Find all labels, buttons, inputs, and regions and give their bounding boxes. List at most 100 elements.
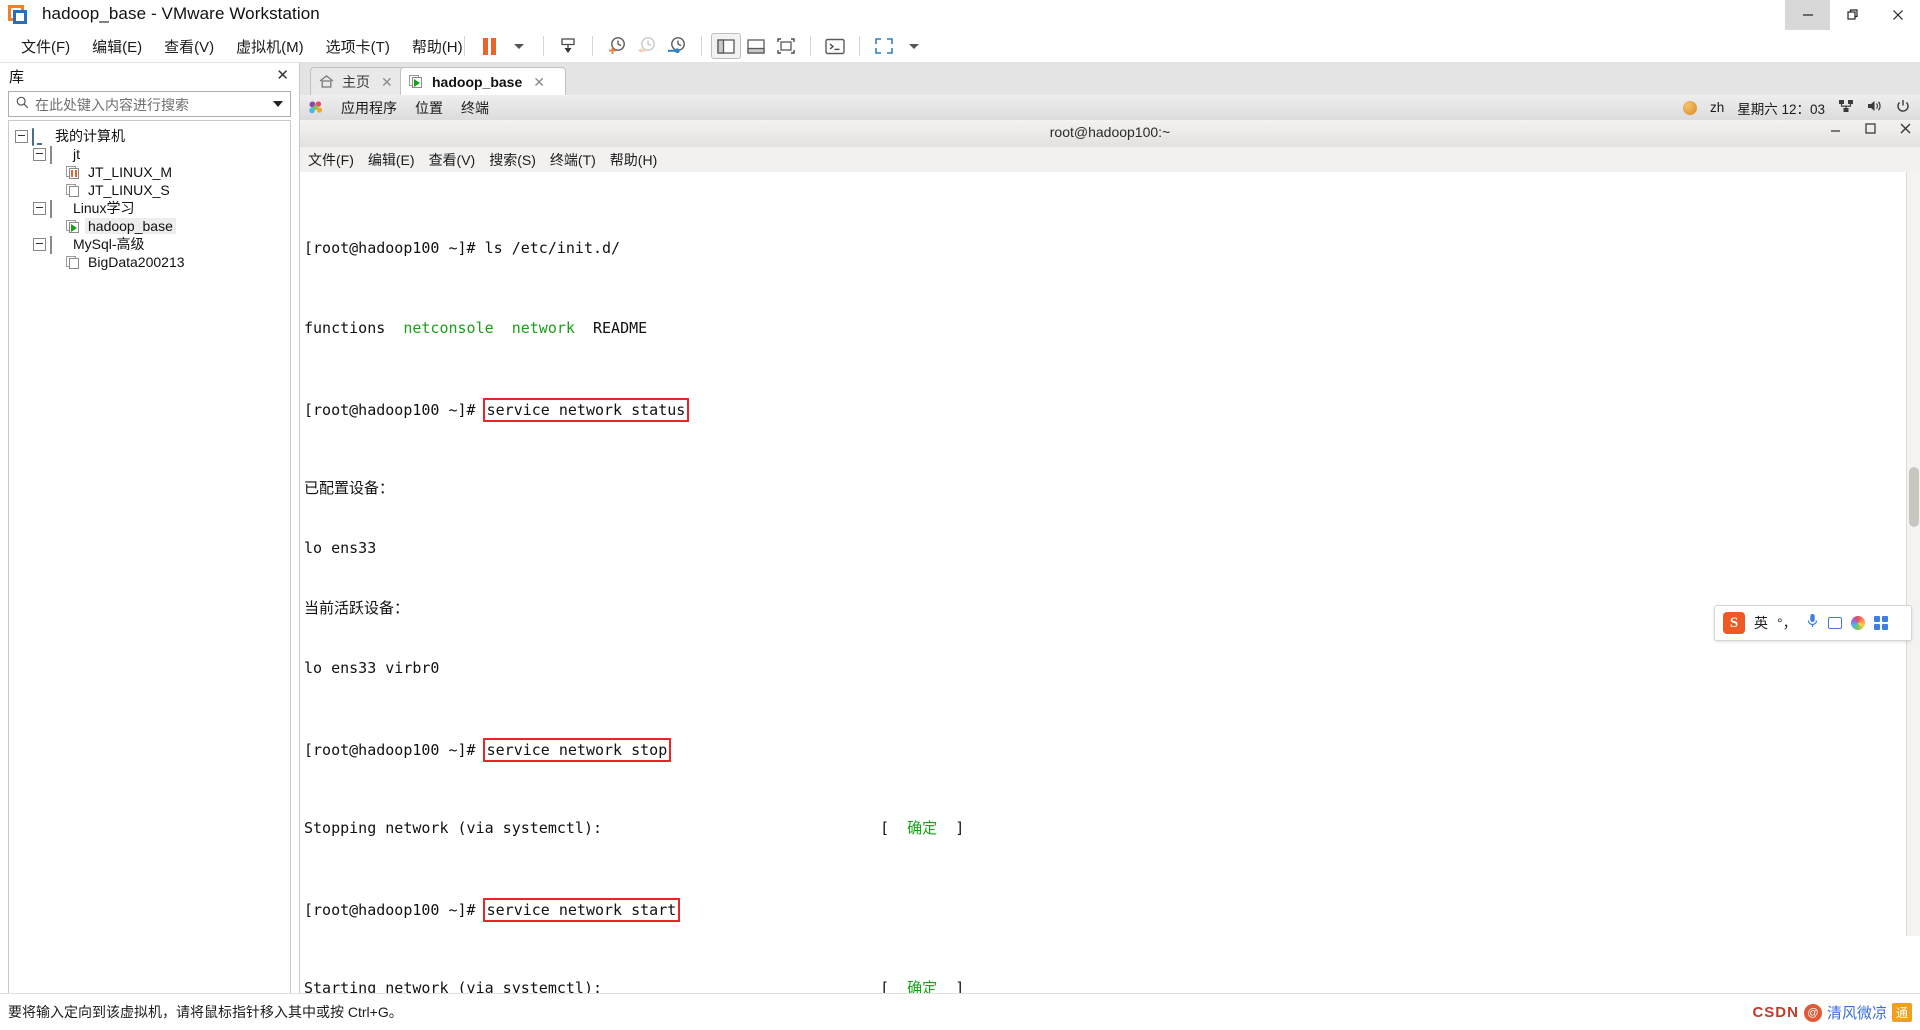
gnome-places-menu[interactable]: 位置 (415, 98, 443, 118)
accessibility-icon[interactable] (1682, 100, 1697, 115)
tree-item-jt[interactable]: jt (9, 145, 290, 164)
show-library-button[interactable] (711, 33, 741, 59)
terminal-minimize-button[interactable] (1829, 122, 1842, 140)
library-search[interactable]: 在此处键入内容进行搜索 (8, 91, 291, 117)
clock[interactable]: 星期六 12：03 (1737, 98, 1825, 118)
tree-item-hadoop-base[interactable]: hadoop_base (9, 217, 290, 235)
search-input-placeholder[interactable]: 在此处键入内容进行搜索 (35, 95, 189, 115)
vm-running-icon (66, 220, 80, 233)
terminal-line: 已配置设备： (304, 479, 395, 497)
menu-vm[interactable]: 虚拟机(M) (225, 33, 315, 60)
tree-item-linux-study[interactable]: Linux学习 (9, 199, 290, 218)
gnome-terminal-menu[interactable]: 终端 (461, 98, 489, 118)
mic-icon[interactable] (1806, 613, 1819, 633)
restore-button[interactable] (1830, 0, 1875, 30)
unity-button[interactable] (820, 33, 850, 59)
menu-file[interactable]: 文件(F) (10, 33, 81, 60)
fullscreen-button[interactable] (869, 33, 899, 59)
terminal-line: [root@hadoop100 ~]# service network stop (304, 738, 1904, 762)
terminal-menu-search[interactable]: 搜索(S) (489, 150, 536, 170)
apps-icon[interactable] (1873, 616, 1888, 630)
status-text: Starting network (via systemctl): (304, 979, 621, 993)
terminal-scrollbar[interactable] (1906, 172, 1920, 936)
terminal-menu-help[interactable]: 帮助(H) (610, 150, 657, 170)
manage-snapshot-button[interactable] (553, 33, 583, 59)
chevron-down-icon[interactable] (273, 101, 283, 107)
network-icon[interactable] (1838, 99, 1854, 116)
tab-label: 主页 (342, 74, 370, 90)
tree-item-jt-linux-m[interactable]: JT_LINUX_M (9, 163, 290, 181)
tree-item-label: MySql-高级 (73, 236, 145, 252)
gnome-applications-menu[interactable]: 应用程序 (341, 98, 397, 118)
take-snapshot-button[interactable] (602, 33, 632, 59)
power-dropdown[interactable] (504, 33, 534, 59)
terminal-console: [root@hadoop100 ~]# ls /etc/init.d/ func… (304, 178, 1904, 993)
library-tree: 我的计算机 jt JT_LINUX_M JT_LINUX_S Linux学习 h… (8, 120, 291, 1021)
suspend-button[interactable] (474, 33, 504, 59)
status-message: 要将输入定向到该虚拟机，请将鼠标指针移入其中或按 Ctrl+G。 (8, 1004, 403, 1020)
menu-tabs[interactable]: 选项卡(T) (315, 33, 401, 60)
collapse-toggle-icon[interactable] (15, 129, 28, 143)
power-icon[interactable] (1896, 99, 1910, 116)
tab-close-icon[interactable]: ✕ (533, 74, 545, 91)
terminal-menu-edit[interactable]: 编辑(E) (368, 150, 415, 170)
input-method-indicator[interactable]: zh (1710, 100, 1724, 115)
tree-item-mysql-advanced[interactable]: MySql-高级 (9, 235, 290, 254)
vm-suspended-icon (66, 166, 80, 179)
show-thumbnail-bar-button[interactable] (741, 33, 771, 59)
minimize-button[interactable] (1785, 0, 1830, 30)
folder-doc-icon (50, 236, 65, 254)
gnome-foot-icon[interactable] (308, 100, 323, 115)
snapshot-manager-icon (668, 37, 685, 54)
ok-bracket-right: ] (955, 979, 965, 993)
highlighted-command: service network status (482, 398, 690, 422)
ok-bracket-right: ] (955, 819, 965, 837)
tree-item-my-computer[interactable]: 我的计算机 (9, 127, 290, 146)
keyboard-icon[interactable] (1827, 617, 1842, 629)
terminal-output-area[interactable]: [root@hadoop100 ~]# ls /etc/init.d/ func… (300, 172, 1920, 993)
tree-item-bigdata200213[interactable]: BigData200213 (9, 253, 290, 271)
gnome-panel-indicators: zh 星期六 12：03 (1682, 95, 1910, 120)
fullscreen-dropdown[interactable] (899, 33, 929, 59)
app-status-bar: 要将输入定向到该虚拟机，请将鼠标指针移入其中或按 Ctrl+G。 CSDN @ … (0, 993, 1920, 1030)
library-close-icon[interactable]: ✕ (276, 66, 289, 84)
sogou-logo-icon[interactable]: S (1723, 612, 1745, 634)
tree-item-jt-linux-s[interactable]: JT_LINUX_S (9, 181, 290, 199)
terminal-maximize-button[interactable] (1864, 122, 1877, 140)
ime-mode-label[interactable]: 英 (1754, 613, 1768, 633)
terminal-menu-terminal[interactable]: 终端(T) (550, 150, 596, 170)
show-console-view-button[interactable] (771, 33, 801, 59)
vm-console[interactable]: 应用程序 位置 终端 zh 星期六 12：03 root@hadoop100:~… (300, 95, 1920, 993)
collapse-toggle-icon[interactable] (33, 237, 46, 251)
tab-home[interactable]: 主页 ✕ (310, 67, 410, 96)
menu-edit[interactable]: 编辑(E) (81, 33, 153, 60)
terminal-menu-file[interactable]: 文件(F) (308, 150, 354, 170)
panel-left-icon (717, 38, 735, 54)
speaker-icon[interactable] (1867, 99, 1883, 116)
shell-prompt: [root@hadoop100 ~]# (304, 401, 485, 419)
window-title: hadoop_base - VMware Workstation (42, 4, 320, 23)
terminal-titlebar: root@hadoop100:~ (300, 120, 1920, 148)
flower-icon[interactable] (1850, 616, 1865, 630)
tab-hadoop-base[interactable]: hadoop_base ✕ (400, 67, 566, 96)
vm-off-icon (66, 184, 80, 197)
panel-bottom-icon (747, 38, 765, 54)
tab-close-icon[interactable]: ✕ (381, 74, 393, 91)
watermark: CSDN @ 清风微凉 通 (1752, 1002, 1912, 1023)
revert-snapshot-button[interactable] (632, 33, 662, 59)
menu-view[interactable]: 查看(V) (153, 33, 225, 60)
search-icon (16, 96, 29, 109)
terminal-close-button[interactable] (1899, 122, 1912, 140)
watermark-tag: 通 (1891, 1003, 1912, 1022)
chevron-down-icon (909, 43, 919, 49)
ime-punctuation-label[interactable]: °， (1777, 613, 1797, 633)
snapshot-manager-button[interactable] (662, 33, 692, 59)
collapse-toggle-icon[interactable] (33, 147, 46, 161)
collapse-toggle-icon[interactable] (33, 201, 46, 215)
close-button[interactable] (1875, 0, 1920, 30)
scrollbar-thumb[interactable] (1909, 467, 1919, 527)
terminal-line: 当前活跃设备： (304, 599, 410, 617)
terminal-menu-view[interactable]: 查看(V) (429, 150, 476, 170)
sogou-ime-bar[interactable]: S 英 °， (1714, 605, 1912, 641)
terminal-menu-items: 文件(F) 编辑(E) 查看(V) 搜索(S) 终端(T) 帮助(H) (308, 147, 657, 172)
